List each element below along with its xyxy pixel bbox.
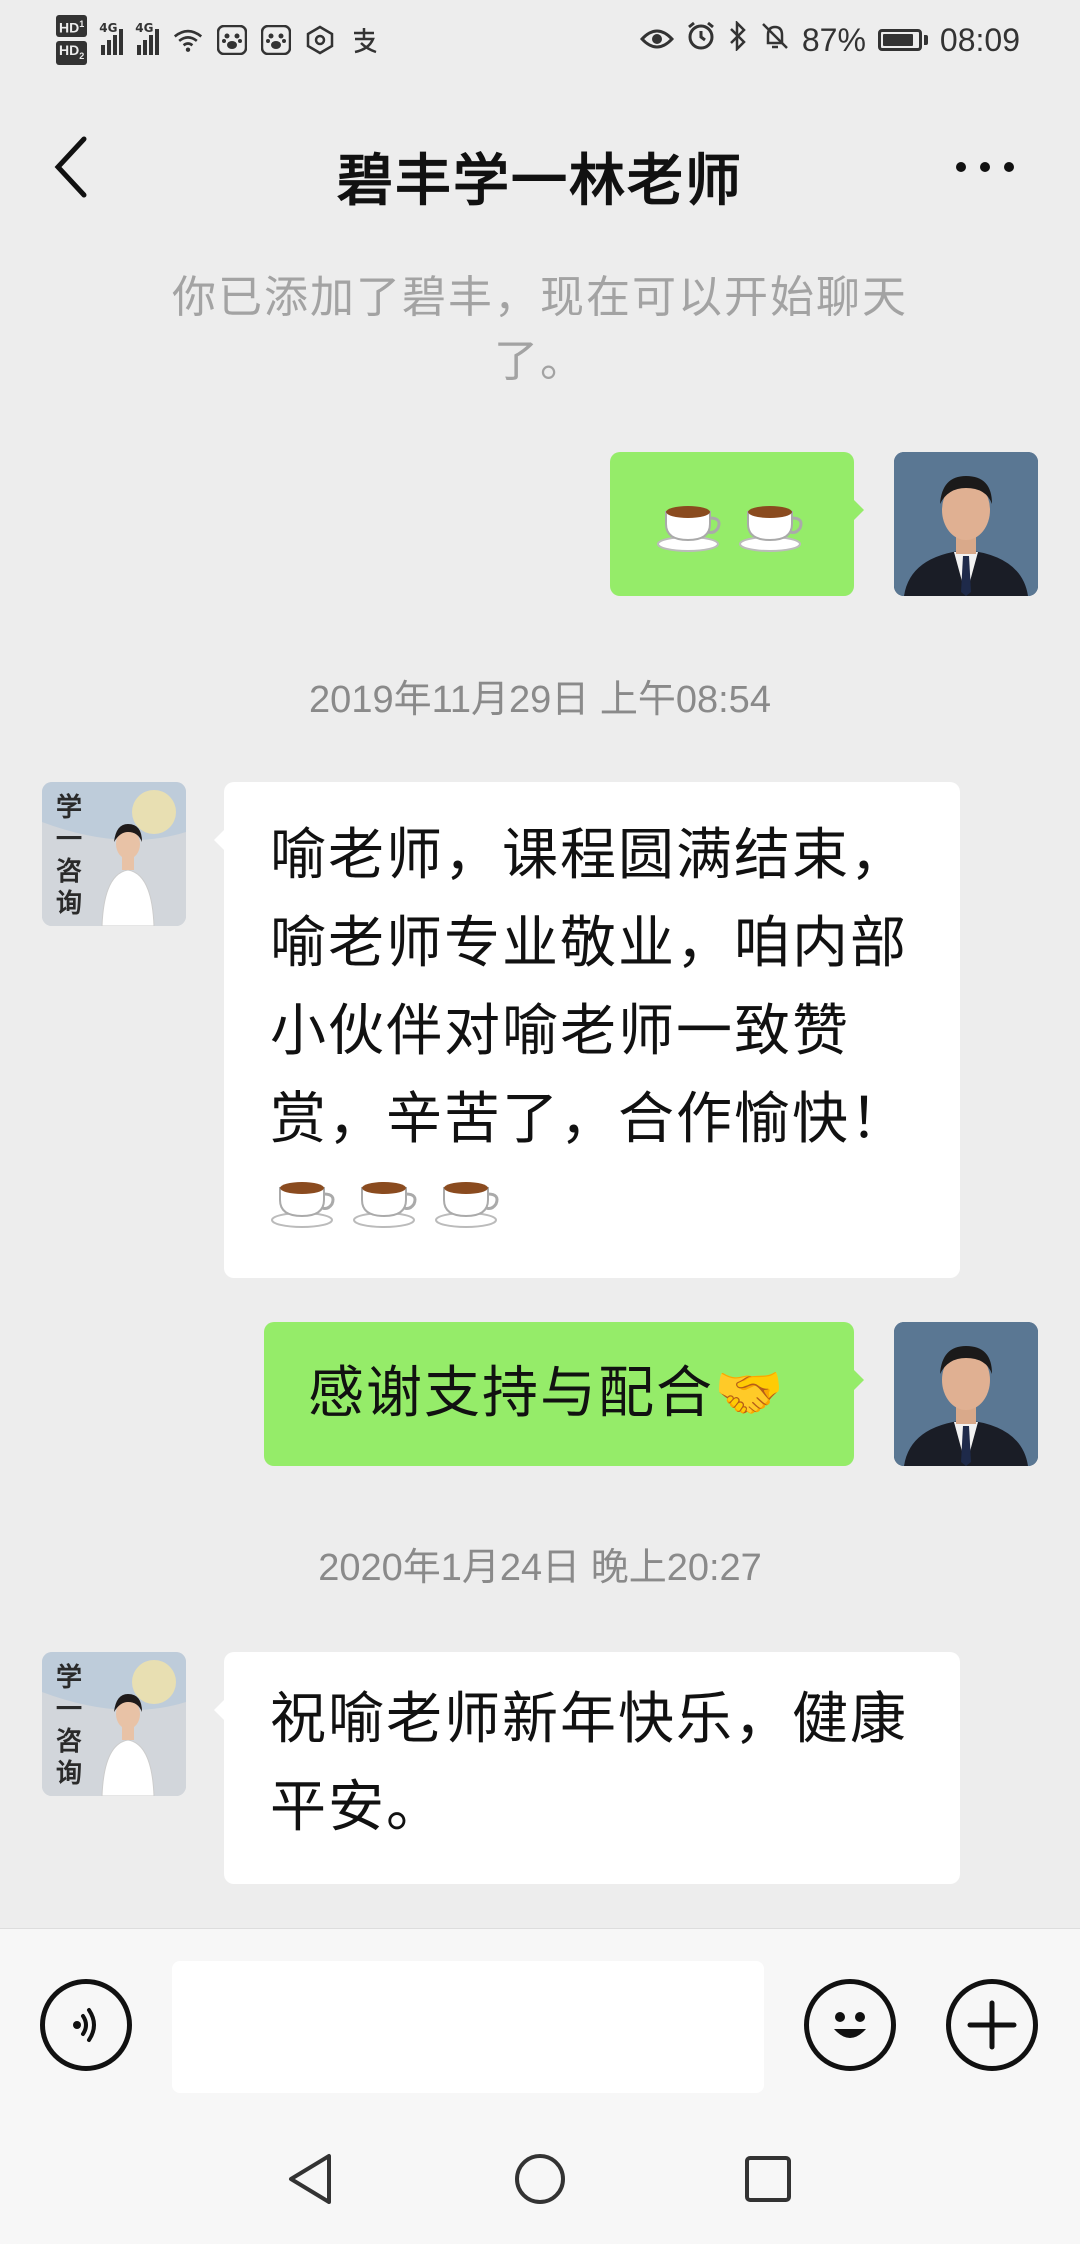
alarm-icon (686, 21, 716, 59)
bluetooth-icon (728, 19, 748, 59)
system-navigation-bar (0, 2114, 1080, 2244)
input-bar (0, 1928, 1080, 2115)
more-button[interactable] (930, 132, 1040, 202)
nav-home-circle-icon (515, 2154, 565, 2204)
status-left: HD1 HD2 4G 4G (56, 14, 379, 66)
voice-icon (73, 2008, 96, 2042)
alipay-icon (349, 25, 379, 55)
message-text: 祝喻老师新年快乐，健康 平安。 (270, 1687, 908, 1840)
avatar-self[interactable] (894, 452, 1038, 596)
emoji-button[interactable] (804, 1979, 896, 2071)
message-bubble-received[interactable]: 喻老师，课程圆满结束， 喻老师专业敬业，咱内部 小伙伴对喻老师一致赞 赏，辛苦了… (214, 782, 960, 1278)
chat-header: 碧丰学一林老师 (0, 96, 1080, 246)
avatar-caption: 学 一 咨 询 (56, 793, 83, 919)
plus-button[interactable] (946, 1979, 1038, 2071)
nav-back-triangle-icon (289, 2154, 331, 2204)
smiley-icon (834, 2012, 866, 2038)
battery-percent: 87% (801, 21, 866, 58)
nav-back-button[interactable] (270, 2144, 350, 2214)
avatar-self[interactable] (894, 1322, 1038, 1466)
avatar-contact[interactable]: 学 一 咨 询 (42, 782, 186, 926)
nav-home-button[interactable] (500, 2144, 580, 2214)
timestamp: 2019年11月29日 上午08:54 (309, 679, 771, 721)
more-dots-icon (956, 162, 1014, 172)
coffee-cup-icon (657, 506, 721, 552)
coffee-cup-icon (271, 1182, 335, 1228)
message-bubble-received[interactable]: 祝喻老师新年快乐，健康 平安。 (214, 1652, 960, 1884)
chat-title: 碧丰学一林老师 (337, 149, 743, 214)
mute-bell-icon (760, 21, 790, 59)
coffee-cup-icon (435, 1182, 499, 1228)
signal-icon: 4G (99, 21, 124, 55)
nav-recents-square-icon (745, 2156, 791, 2202)
coffee-emoji-group (656, 494, 808, 554)
shield-hexagon-icon (305, 25, 335, 55)
message-input[interactable] (172, 1961, 764, 2093)
avatar-caption: 学 一 咨 询 (56, 1663, 83, 1789)
voice-button[interactable] (40, 1979, 132, 2071)
eye-icon (639, 22, 674, 59)
hd-badge-2: HD2 (56, 40, 88, 65)
coffee-cup-icon (353, 1182, 417, 1228)
avatar-contact[interactable]: 学 一 咨 询 (42, 1652, 186, 1796)
message-text: 感谢支持与配合🤝 (308, 1361, 786, 1426)
status-right: 87% 08:09 (639, 18, 1020, 62)
system-message: 你已添加了碧丰，现在可以开始聊天了。 (172, 272, 908, 387)
message-bubble-sent[interactable] (610, 452, 864, 596)
signal-icon: 4G (135, 21, 160, 55)
baidu-paw-icon (261, 25, 292, 55)
coffee-emoji-group (270, 1170, 930, 1230)
message-bubble-sent[interactable]: 感谢支持与配合🤝 (264, 1322, 864, 1466)
timestamp: 2020年1月24日 晚上20:27 (318, 1547, 762, 1589)
message-text: 喻老师，课程圆满结束， 喻老师专业敬业，咱内部 小伙伴对喻老师一致赞 赏，辛苦了… (270, 823, 908, 1152)
clock: 08:09 (939, 21, 1020, 58)
hd-badge-1: HD1 (56, 15, 88, 37)
status-bar: HD1 HD2 4G 4G 87% 08:09 (0, 0, 1080, 80)
coffee-cup-icon (739, 506, 803, 552)
baidu-paw-icon (217, 25, 248, 55)
nav-recents-button[interactable] (728, 2144, 808, 2214)
plus-icon (967, 2000, 1017, 2050)
hd-badges: HD1 HD2 (56, 15, 88, 65)
battery-icon (877, 29, 928, 51)
wifi-icon (173, 25, 203, 55)
